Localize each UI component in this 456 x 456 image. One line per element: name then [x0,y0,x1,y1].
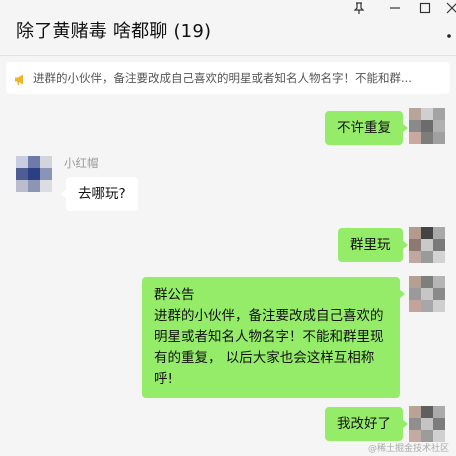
announcement-title: 群公告 [154,287,195,303]
maximize-icon[interactable] [415,2,435,17]
watermark: @稀土掘金技术社区 [368,444,450,454]
group-notice-text: 进群的小伙伴，备注要改成自己喜欢的明星或者知名人物名字！不能和群... [33,71,412,85]
message-bubble-self[interactable]: 我改好了 [325,407,408,441]
pin-icon[interactable] [349,2,369,17]
chat-title: 除了黄赌毒 啥都聊 (19) [16,21,212,42]
minimize-icon[interactable] [385,2,405,17]
announcement-body: 进群的小伙伴，备注要改成自己喜欢的明星或者知名人物名字！不能和群里现有的重复， … [154,308,384,387]
avatar[interactable] [409,276,445,312]
message-bubble-self[interactable]: 不许重复 [325,111,408,145]
message-bubble-self[interactable]: 群里玩 [338,228,407,262]
avatar[interactable] [409,227,445,263]
message-bubble-announcement[interactable]: 群公告 进群的小伙伴，备注要改成自己喜欢的明星或者知名人物名字！不能和群里现有的… [142,277,405,398]
message-bubble-other[interactable]: 去哪玩? [61,177,138,211]
close-icon[interactable] [442,2,456,18]
more-options-icon[interactable] [446,24,452,43]
avatar[interactable] [16,156,52,192]
chat-title-bar: 除了黄赌毒 啥都聊 (19) [0,0,456,56]
sender-name: 小红帽 [64,156,99,170]
group-notice-bar[interactable]: 进群的小伙伴，备注要改成自己喜欢的明星或者知名人物名字！不能和群... [6,62,450,94]
megaphone-icon [14,71,26,85]
avatar[interactable] [409,108,445,144]
avatar[interactable] [409,406,445,442]
